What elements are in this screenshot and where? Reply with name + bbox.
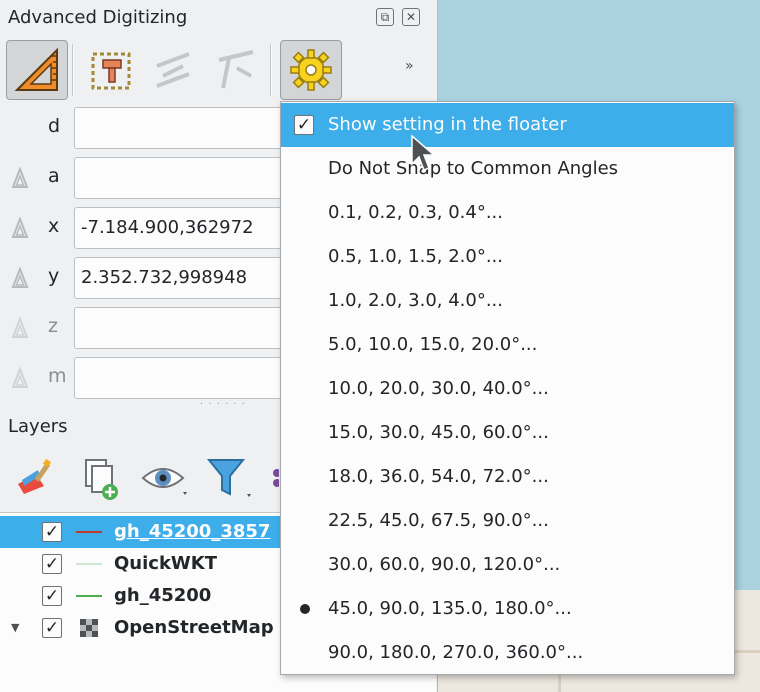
parallel-button[interactable] [142, 40, 204, 100]
layer-visibility-checkbox[interactable]: ✓ [42, 586, 62, 606]
radio-selected-icon [300, 604, 310, 614]
menu-item-angle-30[interactable]: 30.0, 60.0, 90.0, 120.0°... [281, 543, 734, 587]
menu-item-angle-45[interactable]: 45.0, 90.0, 135.0, 180.0°... [281, 587, 734, 631]
expand-arrow-icon[interactable]: ▼ [11, 621, 19, 634]
line-symbol-icon [76, 531, 102, 533]
construction-mode-button[interactable] [80, 40, 142, 100]
menu-item-angle-10[interactable]: 10.0, 20.0, 30.0, 40.0°... [281, 367, 734, 411]
menu-item-angle-18[interactable]: 18.0, 36.0, 54.0, 72.0°... [281, 455, 734, 499]
set-square-ruler-icon [14, 47, 58, 91]
menu-item-angle-15[interactable]: 15.0, 30.0, 45.0, 60.0°... [281, 411, 734, 455]
close-icon[interactable]: ✕ [402, 8, 420, 26]
mouse-cursor-icon [411, 134, 436, 171]
angle-input[interactable] [74, 157, 294, 199]
menu-item-angle-0.5[interactable]: 0.5, 1.0, 1.5, 2.0°... [281, 235, 734, 279]
z-coordinate-input[interactable] [74, 307, 294, 349]
gear-icon [290, 49, 332, 91]
m-value-input[interactable] [74, 357, 294, 399]
menu-item-angle-5[interactable]: 5.0, 10.0, 15.0, 20.0°... [281, 323, 734, 367]
layer-name: gh_45200_3857 [114, 521, 271, 542]
style-manager-icon [18, 458, 52, 494]
enable-advanced-digitizing-button[interactable] [6, 40, 68, 100]
layers-panel-title: Layers [8, 416, 68, 437]
more-tools-icon[interactable] [262, 452, 280, 504]
layer-name: OpenStreetMap [114, 617, 274, 638]
checkbox-icon: ✓ [294, 115, 314, 135]
field-label-z: z [48, 315, 58, 337]
menu-item-angle-90[interactable]: 90.0, 180.0, 270.0, 360.0°... [281, 631, 734, 675]
menu-item-angle-0.1[interactable]: 0.1, 0.2, 0.3, 0.4°... [281, 191, 734, 235]
raster-icon [80, 619, 98, 637]
menu-item-angle-22.5[interactable]: 22.5, 45.0, 67.5, 90.0°... [281, 499, 734, 543]
lock-icon[interactable] [10, 267, 30, 289]
add-group-icon [85, 459, 118, 500]
lock-icon[interactable] [10, 217, 30, 239]
splitter-handle[interactable]: · · · · · · [200, 399, 246, 410]
style-manager-button[interactable] [8, 452, 64, 504]
layer-visibility-checkbox[interactable]: ✓ [42, 618, 62, 638]
layer-name: QuickWKT [114, 553, 218, 574]
menu-item-no-snap[interactable]: Do Not Snap to Common Angles [281, 147, 734, 191]
layer-visibility-checkbox[interactable]: ✓ [42, 554, 62, 574]
field-label-y: y [48, 265, 60, 287]
field-label-x: x [48, 215, 60, 237]
line-symbol-icon [76, 563, 102, 565]
parallel-lines-icon [156, 52, 190, 88]
x-coordinate-input[interactable]: -7.184.900,362972 [74, 207, 294, 249]
lock-icon[interactable] [10, 167, 30, 189]
field-label-d: d [48, 115, 61, 137]
visibility-icon [141, 468, 187, 495]
y-coordinate-input[interactable]: 2.352.732,998948 [74, 257, 294, 299]
layer-visibility-checkbox[interactable]: ✓ [42, 522, 62, 542]
add-group-button[interactable] [72, 452, 128, 504]
line-symbol-icon [76, 595, 102, 597]
settings-menu: ✓ Show setting in the floater Do Not Sna… [280, 101, 735, 675]
visibility-button[interactable] [136, 452, 192, 504]
lock-icon [11, 317, 29, 338]
field-label-m: m [48, 365, 67, 387]
distance-input[interactable] [74, 107, 294, 149]
toolbar-overflow-icon[interactable]: » [405, 58, 414, 74]
dock-title: Advanced Digitizing [8, 7, 188, 28]
menu-item-show-in-floater[interactable]: ✓ Show setting in the floater [281, 103, 734, 147]
perpendicular-button[interactable] [204, 40, 266, 100]
perpendicular-icon [218, 50, 254, 89]
settings-button[interactable] [280, 40, 342, 100]
construction-frame-icon [91, 52, 131, 90]
filter-legend-icon [206, 459, 251, 497]
filter-legend-button[interactable] [200, 452, 256, 504]
lock-icon [11, 367, 29, 388]
field-label-a: a [48, 165, 60, 187]
layer-name: gh_45200 [114, 585, 212, 606]
menu-item-angle-1[interactable]: 1.0, 2.0, 3.0, 4.0°... [281, 279, 734, 323]
float-icon[interactable]: ⧉ [376, 8, 394, 26]
